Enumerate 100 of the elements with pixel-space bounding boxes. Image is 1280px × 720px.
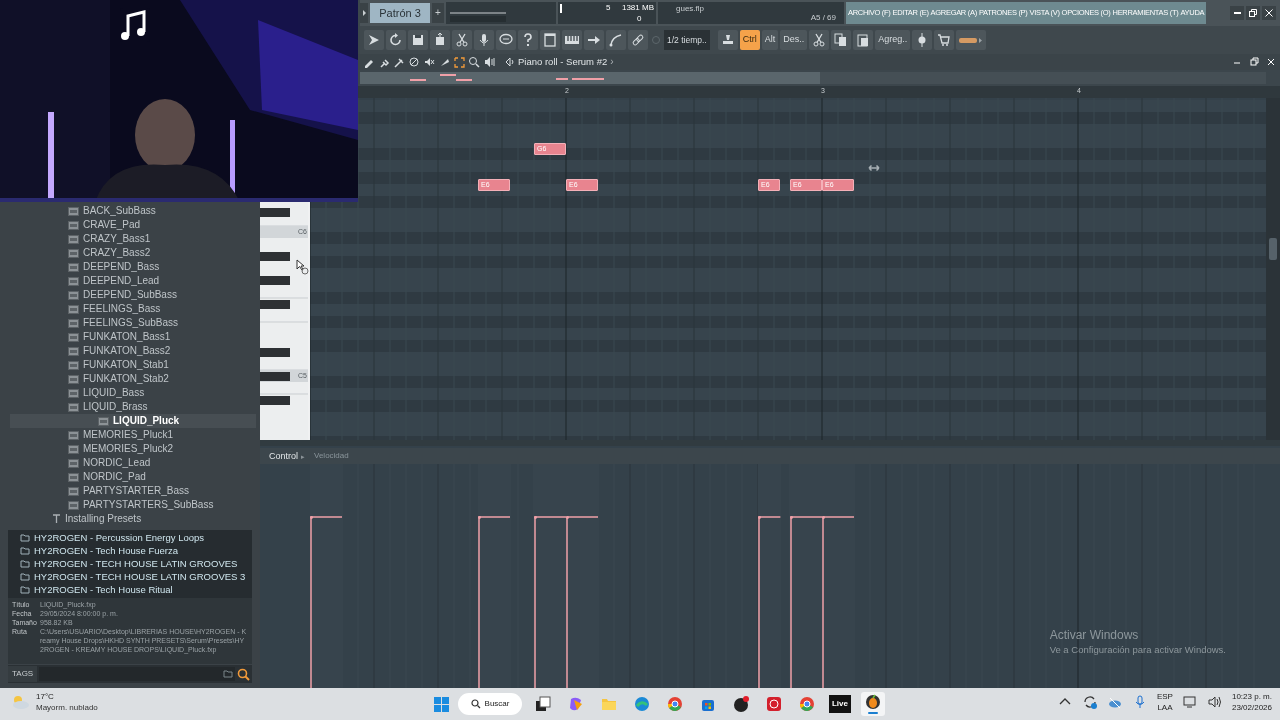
minimize-button[interactable] <box>1230 6 1244 20</box>
preset-item[interactable]: MEMORIES_Pluck2 <box>0 442 260 456</box>
modifier-button[interactable]: Ctrl <box>739 30 760 50</box>
restore-button[interactable] <box>1246 6 1260 20</box>
search-button[interactable]: Buscar <box>458 693 522 715</box>
start-icon[interactable] <box>434 696 449 712</box>
tag-search-field[interactable] <box>39 667 235 681</box>
preset-item[interactable]: NORDIC_Pad <box>0 470 260 484</box>
folder-item[interactable]: HY2ROGEN - Tech House Fuerza <box>20 544 252 557</box>
velocity-bar[interactable] <box>566 515 599 688</box>
close-button[interactable] <box>1262 6 1276 20</box>
playback-icon[interactable] <box>483 56 495 68</box>
restore-icon <box>1249 9 1257 17</box>
velocity-bar[interactable] <box>758 515 782 688</box>
preset-item[interactable]: CRAZY_Bass1 <box>0 232 260 246</box>
horizontal-scrollbar[interactable] <box>260 440 1280 446</box>
preset-item[interactable]: FUNKATON_Stab2 <box>0 372 260 386</box>
pattern-prev-button[interactable] <box>360 3 368 23</box>
curve-button[interactable] <box>606 30 626 50</box>
volume-icon[interactable] <box>1206 694 1223 710</box>
sync-icon[interactable] <box>1081 694 1098 710</box>
preset-item[interactable]: MEMORIES_Pluck1 <box>0 428 260 442</box>
velocity-track[interactable] <box>478 464 511 688</box>
paste-button[interactable] <box>853 30 874 50</box>
preset-item[interactable]: FEELINGS_Bass <box>0 302 260 316</box>
add-pattern-button[interactable]: + <box>432 3 444 23</box>
link-button[interactable] <box>628 30 648 50</box>
keyboard-button[interactable] <box>562 30 582 50</box>
zoom-icon[interactable] <box>468 56 480 68</box>
add-button[interactable]: Agreg.. <box>875 30 911 50</box>
pointer-button[interactable] <box>364 30 384 50</box>
preset-item[interactable]: DEEPEND_Bass <box>0 260 260 274</box>
cpu-reading: 5 <box>606 4 611 12</box>
restore-icon[interactable] <box>1249 57 1259 67</box>
preset-item[interactable]: PARTYSTARTER_Bass <box>0 484 260 498</box>
knob-button[interactable] <box>912 30 933 50</box>
preset-item[interactable]: PARTYSTARTERS_SubBass <box>0 498 260 512</box>
preset-item[interactable]: DEEPEND_SubBass <box>0 288 260 302</box>
velocity-track[interactable] <box>790 464 823 688</box>
title-arrow[interactable]: › <box>610 57 614 67</box>
clock[interactable]: 10:23 p. m. 23/02/2026 <box>1231 691 1272 713</box>
record-button[interactable] <box>474 30 494 50</box>
folder-item[interactable]: HY2ROGEN - Percussion Energy Loops <box>20 531 252 544</box>
preset-item[interactable]: BACK_SubBass <box>0 204 260 218</box>
plugin-icon <box>68 500 79 510</box>
velocity-bar[interactable] <box>790 515 823 688</box>
preset-item[interactable]: LIQUID_Brass <box>0 400 260 414</box>
cut-button[interactable] <box>809 30 830 50</box>
vertical-scrollbar[interactable] <box>1266 98 1280 440</box>
comment-button[interactable] <box>496 30 516 50</box>
velocity-bar[interactable] <box>822 515 855 688</box>
modifier-button[interactable]: Des.. <box>780 30 808 50</box>
copy-button[interactable] <box>831 30 852 50</box>
loop-button[interactable] <box>386 30 406 50</box>
preset-item[interactable]: CRAZY_Bass2 <box>0 246 260 260</box>
preset-item[interactable]: FEELINGS_SubBass <box>0 316 260 330</box>
preset-item[interactable]: DEEPEND_Lead <box>0 274 260 288</box>
save-button[interactable] <box>408 30 428 50</box>
preset-item[interactable]: NORDIC_Lead <box>0 456 260 470</box>
plugin-icon <box>98 416 109 426</box>
select-icon[interactable] <box>453 56 465 68</box>
snap-selector[interactable]: 1/2 tiemp.. <box>664 30 710 50</box>
velocity-track[interactable] <box>310 464 343 688</box>
velocity-bar[interactable] <box>478 515 511 688</box>
cut-button[interactable] <box>452 30 472 50</box>
folder-item[interactable]: HY2ROGEN - TECH HOUSE LATIN GROOVES 3 <box>20 570 252 583</box>
velocity-bar[interactable] <box>310 515 343 688</box>
folder-item[interactable]: HY2ROGEN - Tech House Ritual <box>20 583 252 596</box>
plugin-icon <box>68 304 79 314</box>
preset-item[interactable]: LIQUID_Bass <box>0 386 260 400</box>
taskbar-app[interactable] <box>861 692 885 716</box>
window-button[interactable] <box>540 30 560 50</box>
mute-icon[interactable] <box>423 56 435 68</box>
close-icon[interactable] <box>1266 57 1276 67</box>
help-button[interactable] <box>518 30 538 50</box>
preset-item[interactable]: CRAVE_Pad <box>0 218 260 232</box>
stamp-button[interactable] <box>717 30 738 50</box>
modifier-button[interactable]: Alt <box>761 30 779 50</box>
pattern-selector[interactable]: Patrón 3 <box>370 3 430 23</box>
slider-button[interactable] <box>956 30 987 50</box>
preset-item[interactable]: LIQUID_Pluck <box>10 414 256 428</box>
preset-item[interactable]: FUNKATON_Stab1 <box>0 358 260 372</box>
plugin-icon <box>68 458 79 468</box>
network-icon[interactable] <box>1181 694 1198 710</box>
velocity-bar[interactable] <box>534 515 567 688</box>
velocity-track[interactable] <box>534 464 567 688</box>
play-arrow-icon <box>361 9 367 17</box>
preset-item[interactable]: FUNKATON_Bass1 <box>0 330 260 344</box>
forward-button[interactable] <box>584 30 604 50</box>
export-button[interactable] <box>430 30 450 50</box>
folder-item[interactable]: HY2ROGEN - TECH HOUSE LATIN GROOVES <box>20 557 252 570</box>
delete-icon[interactable] <box>408 56 420 68</box>
mouse-cursor-icon <box>296 259 309 275</box>
velocity-track[interactable] <box>758 464 782 688</box>
search-icon[interactable] <box>237 667 250 681</box>
plugin-icon <box>68 220 79 230</box>
preset-item[interactable]: FUNKATON_Bass2 <box>0 344 260 358</box>
tags-button[interactable]: TAGS <box>8 666 38 682</box>
control-target[interactable]: Velocidad <box>314 452 349 460</box>
cart-button[interactable] <box>934 30 955 50</box>
